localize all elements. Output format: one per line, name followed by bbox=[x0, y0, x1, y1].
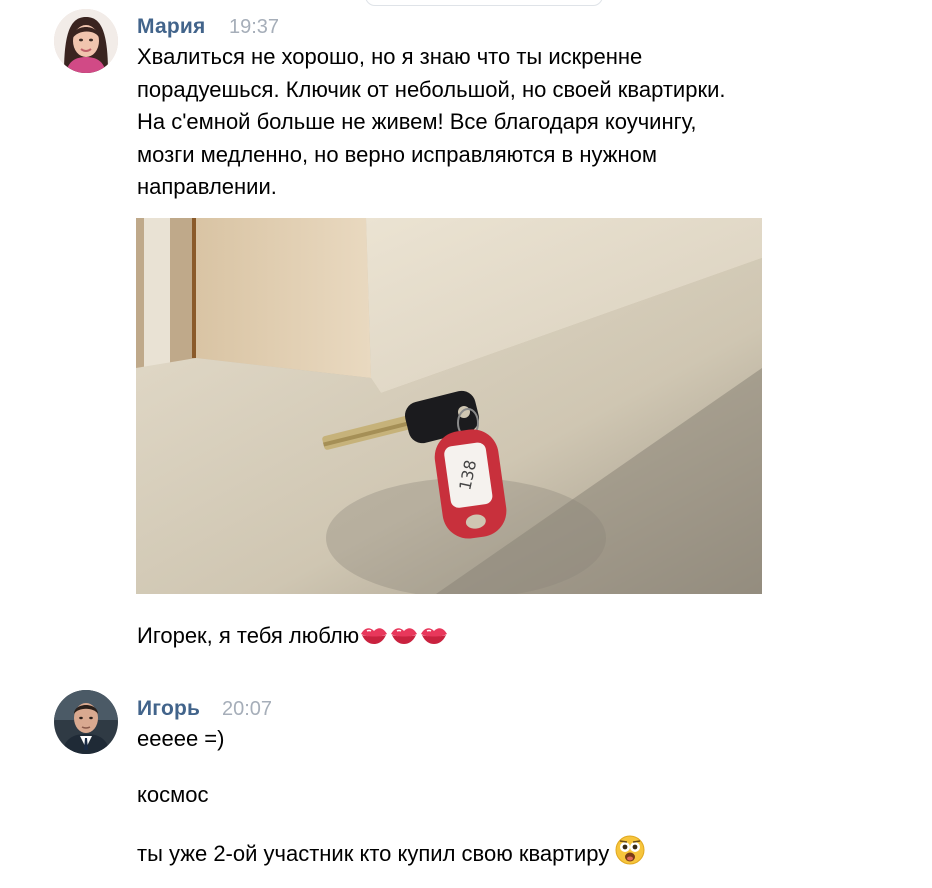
user-avatar-maria-icon bbox=[54, 9, 118, 73]
caption-text: Игорек, я тебя люблю bbox=[137, 623, 360, 648]
avatar[interactable] bbox=[54, 9, 118, 73]
astonished-face-icon bbox=[615, 835, 645, 875]
photo-attachment[interactable]: 138 bbox=[136, 218, 762, 594]
message-line: порадуешься. Ключик от небольшой, но сво… bbox=[137, 76, 726, 102]
key-photo-icon: 138 bbox=[136, 218, 762, 594]
avatar[interactable] bbox=[54, 690, 118, 754]
user-avatar-igor-icon bbox=[54, 690, 118, 754]
message-line: ты уже 2-ой участник кто купил свою квар… bbox=[137, 841, 610, 866]
message-line: На с'емной больше не живем! Все благодар… bbox=[137, 109, 697, 134]
date-separator-pill bbox=[365, 0, 603, 6]
message-line: Хвалиться не хорошо, но я знаю что ты ис… bbox=[137, 44, 643, 69]
kiss-mark-icon bbox=[359, 623, 389, 657]
message-text: космос bbox=[137, 782, 209, 807]
sender-name[interactable]: Мария bbox=[137, 15, 205, 39]
kiss-mark-icon bbox=[419, 623, 449, 657]
sender-name[interactable]: Игорь bbox=[137, 697, 200, 721]
message-text: ееeee =) bbox=[137, 726, 225, 751]
message-line: мозги медленно, но верно исправляются в … bbox=[137, 141, 657, 167]
message-line: направлении. bbox=[137, 174, 277, 199]
message-text: Хвалиться не хорошо, но я знаю что ты ис… bbox=[137, 41, 725, 204]
kiss-mark-icon bbox=[389, 623, 419, 657]
message-text: ты уже 2-ой участник кто купил свою квар… bbox=[137, 835, 645, 875]
message-time[interactable]: 19:37 bbox=[229, 16, 279, 39]
photo-caption: Игорек, я тебя люблю bbox=[137, 620, 449, 657]
message-time[interactable]: 20:07 bbox=[222, 698, 272, 721]
